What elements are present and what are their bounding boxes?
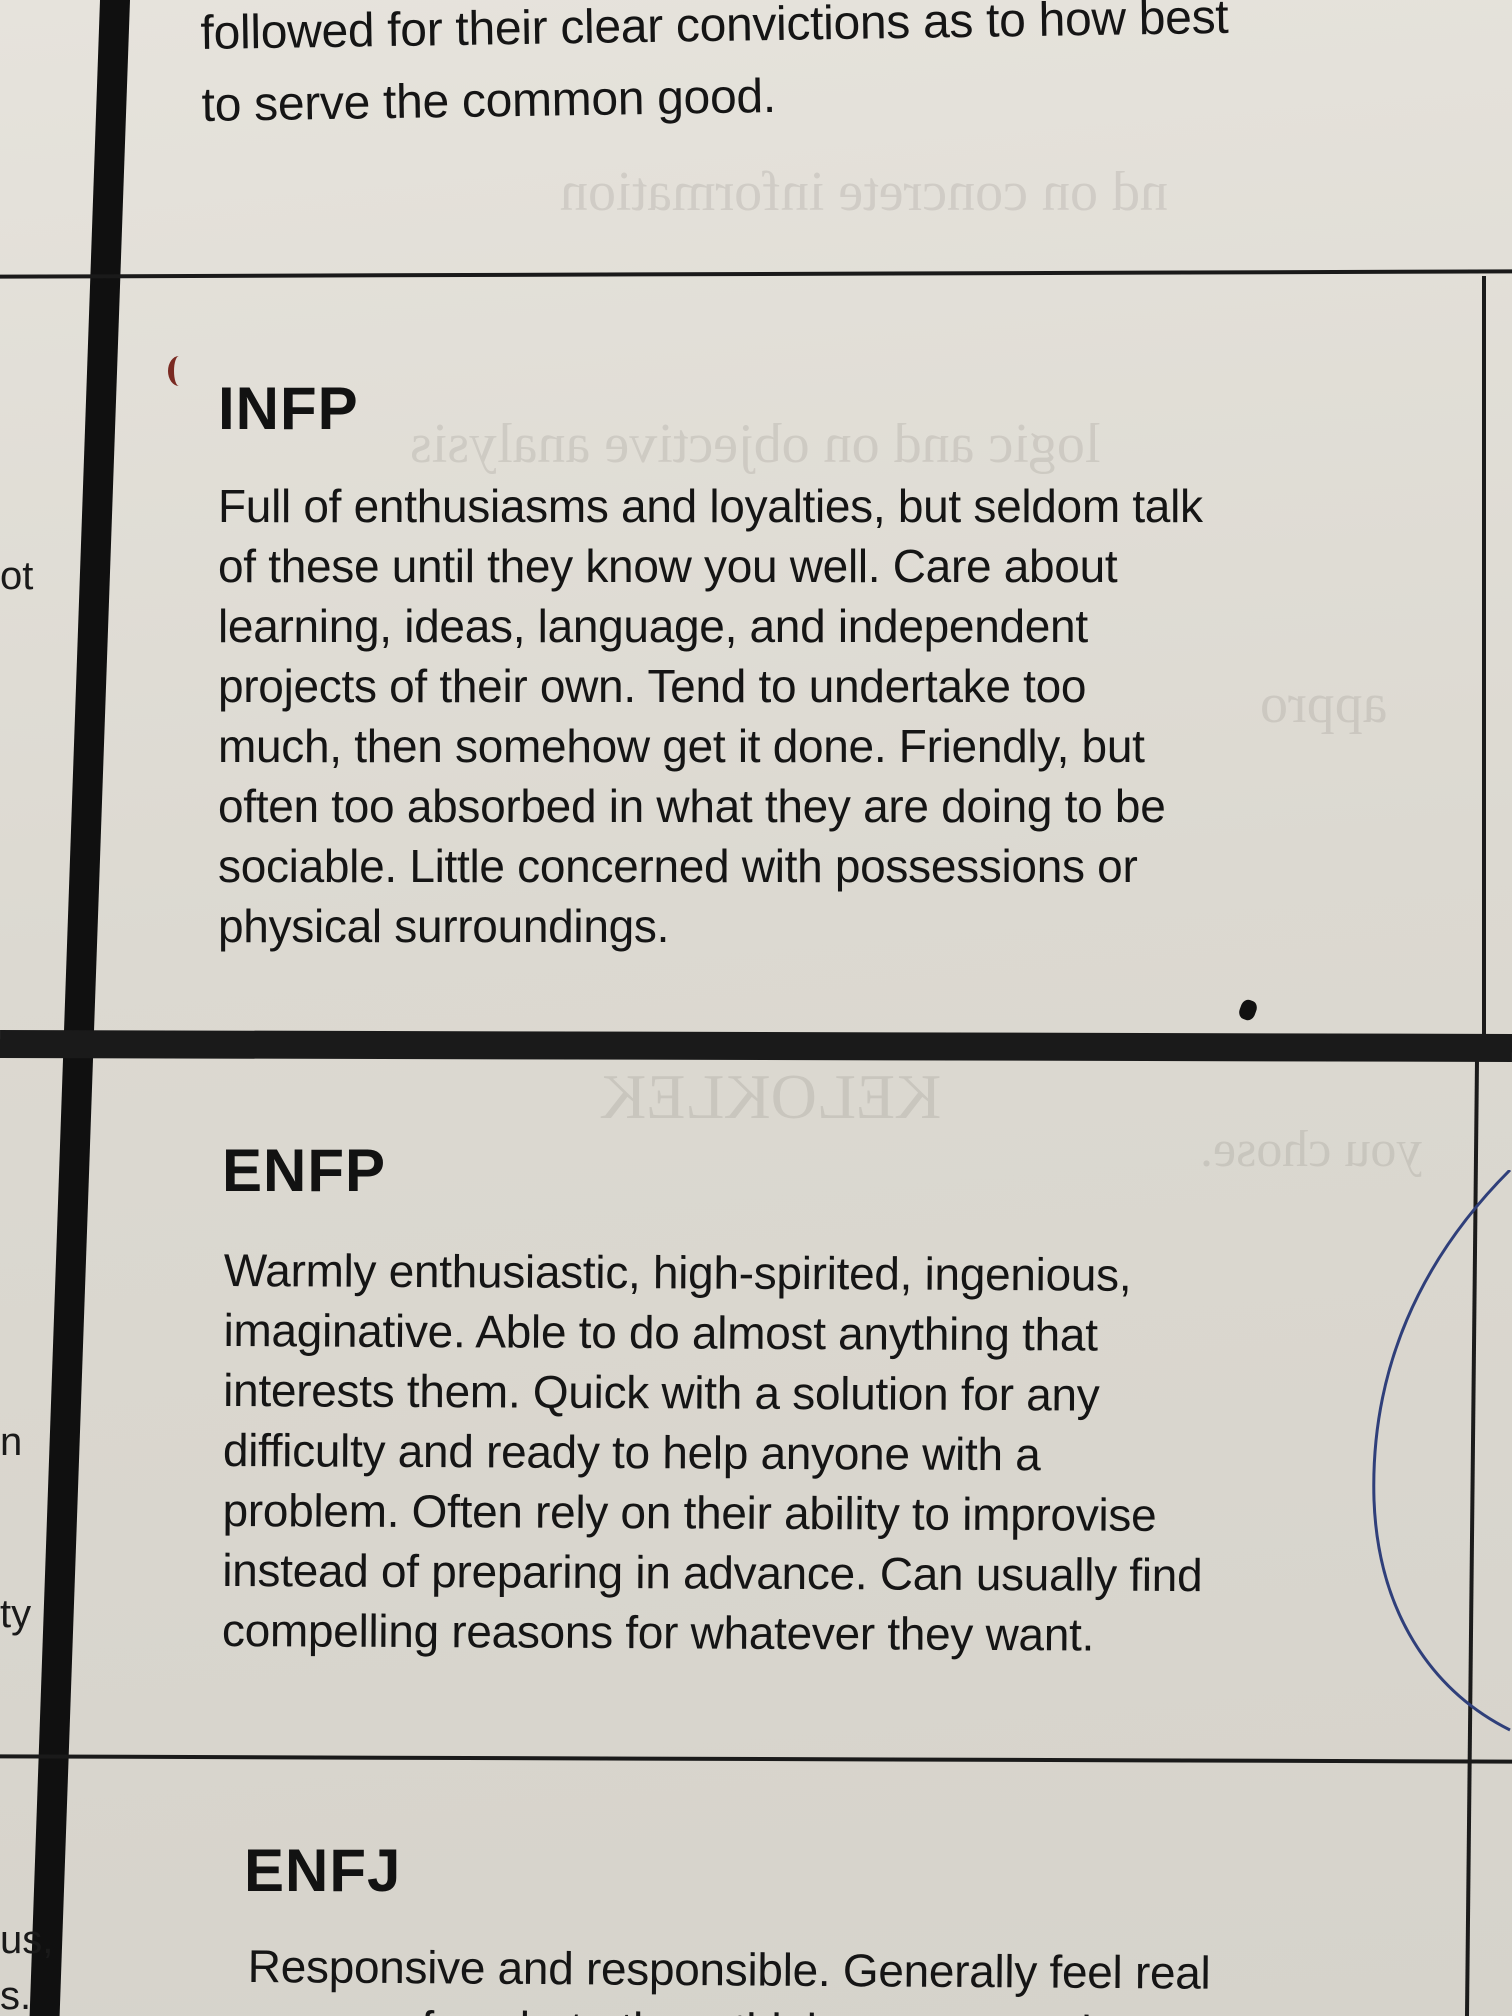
left-fragment: s. xyxy=(0,1974,32,2016)
left-fragment: n xyxy=(0,1420,23,1464)
infp-description: Full of enthusiasms and loyalties, but s… xyxy=(218,476,1203,956)
text-line: compelling reasons for whatever they wan… xyxy=(221,1603,1095,1661)
text-line: projects of their own. Tend to undertake… xyxy=(218,660,1087,712)
text-line: sociable. Little concerned with possessi… xyxy=(218,840,1138,892)
top-cell-text: followed for their clear convictions as … xyxy=(200,0,1230,142)
scanned-page: nd on concrete information logic and on … xyxy=(0,0,1512,2016)
text-line: of these until they know you well. Care … xyxy=(218,540,1118,592)
text-line: Responsive and responsible. Generally fe… xyxy=(247,1939,1211,1999)
text-line: imaginative. Able to do almost anything … xyxy=(223,1303,1098,1361)
text-line: much, then somehow get it done. Friendly… xyxy=(218,720,1145,772)
enfj-heading: ENFJ xyxy=(244,1837,402,1904)
enfj-description: Responsive and responsible. Generally fe… xyxy=(247,1936,1211,2016)
horizontal-rule-thick xyxy=(0,1030,1512,1062)
ink-dot xyxy=(1237,997,1259,1023)
left-fragment: ot xyxy=(0,554,34,598)
infp-heading: INFP xyxy=(218,375,359,442)
enfp-description: Warmly enthusiastic, high-spirited, inge… xyxy=(222,1240,1204,1665)
text-line: problem. Often rely on their ability to … xyxy=(222,1483,1157,1541)
main-vertical-rule xyxy=(29,0,130,2016)
enfp-heading: ENFP xyxy=(222,1137,387,1204)
text-line: learning, ideas, language, and independe… xyxy=(218,600,1088,652)
text-line: instead of preparing in advance. Can usu… xyxy=(222,1543,1203,1602)
red-pen-mark xyxy=(168,356,190,386)
pen-annotation-curve xyxy=(1372,1170,1512,1732)
text-line: to serve the common good. xyxy=(201,69,777,132)
bleed-through-text: appro xyxy=(1260,673,1388,735)
text-line: often too absorbed in what they are doin… xyxy=(218,780,1166,832)
left-fragment: ty xyxy=(0,1592,32,1636)
horizontal-rule xyxy=(0,269,1512,279)
text-line: difficulty and ready to help anyone with… xyxy=(222,1423,1041,1481)
text-line: interests them. Quick with a solution fo… xyxy=(223,1363,1100,1421)
left-fragment: us, xyxy=(0,1918,54,1962)
text-line: physical surroundings. xyxy=(218,900,670,952)
bleed-through-text: KELOKLEK xyxy=(600,1061,942,1132)
text-line: Warmly enthusiastic, high-spirited, inge… xyxy=(223,1244,1132,1301)
right-vertical-rule xyxy=(1482,276,1486,1036)
bleed-through-text: nd on concrete information xyxy=(560,161,1169,223)
horizontal-rule xyxy=(0,1754,1512,1764)
bleed-through-text: logic and on objective analysis xyxy=(410,413,1101,475)
text-line: Full of enthusiasms and loyalties, but s… xyxy=(218,480,1203,532)
